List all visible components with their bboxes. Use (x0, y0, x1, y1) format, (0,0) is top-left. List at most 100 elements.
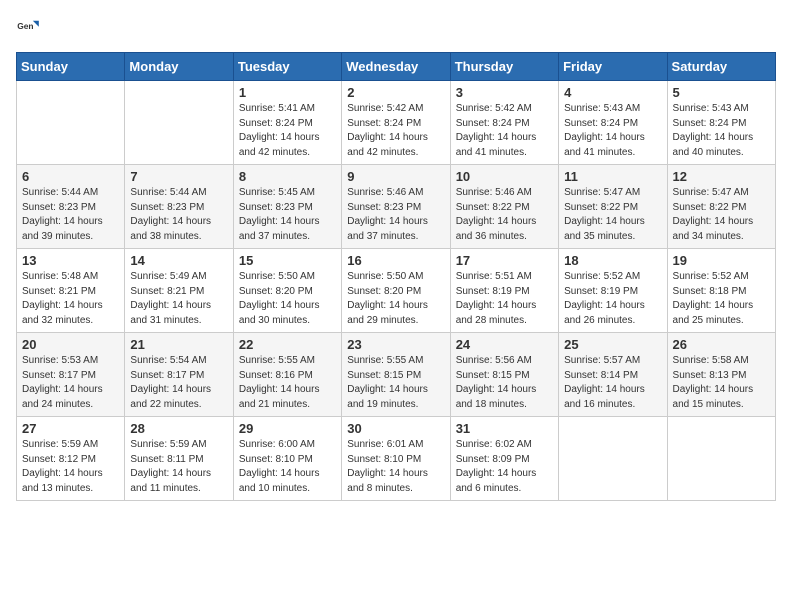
day-number: 13 (22, 253, 119, 268)
calendar-cell: 27 Sunrise: 5:59 AMSunset: 8:12 PMDayligh… (17, 417, 125, 501)
calendar-cell: 4 Sunrise: 5:43 AMSunset: 8:24 PMDaylight… (559, 81, 667, 165)
day-info: Sunrise: 5:52 AMSunset: 8:19 PMDaylight:… (564, 270, 661, 328)
svg-text:Gen: Gen (17, 21, 33, 31)
day-info: Sunrise: 6:01 AMSunset: 8:10 PMDaylight:… (347, 438, 444, 496)
day-info: Sunrise: 5:56 AMSunset: 8:15 PMDaylight:… (456, 354, 553, 412)
day-number: 5 (673, 85, 770, 100)
calendar-cell: 7 Sunrise: 5:44 AMSunset: 8:23 PMDaylight… (125, 165, 233, 249)
calendar-cell: 29 Sunrise: 6:00 AMSunset: 8:10 PMDayligh… (233, 417, 341, 501)
calendar-cell: 23 Sunrise: 5:55 AMSunset: 8:15 PMDayligh… (342, 333, 450, 417)
day-info: Sunrise: 5:44 AMSunset: 8:23 PMDaylight:… (130, 186, 227, 244)
day-info: Sunrise: 5:51 AMSunset: 8:19 PMDaylight:… (456, 270, 553, 328)
day-number: 7 (130, 169, 227, 184)
day-info: Sunrise: 5:50 AMSunset: 8:20 PMDaylight:… (347, 270, 444, 328)
day-info: Sunrise: 5:59 AMSunset: 8:12 PMDaylight:… (22, 438, 119, 496)
day-number: 6 (22, 169, 119, 184)
logo: Gen (16, 16, 44, 40)
day-info: Sunrise: 5:52 AMSunset: 8:18 PMDaylight:… (673, 270, 770, 328)
day-info: Sunrise: 5:44 AMSunset: 8:23 PMDaylight:… (22, 186, 119, 244)
calendar-cell (125, 81, 233, 165)
calendar-cell: 17 Sunrise: 5:51 AMSunset: 8:19 PMDayligh… (450, 249, 558, 333)
day-info: Sunrise: 5:43 AMSunset: 8:24 PMDaylight:… (673, 102, 770, 160)
calendar-table: SundayMondayTuesdayWednesdayThursdayFrid… (16, 52, 776, 501)
calendar-header: SundayMondayTuesdayWednesdayThursdayFrid… (17, 53, 776, 81)
day-number: 24 (456, 337, 553, 352)
calendar-cell: 25 Sunrise: 5:57 AMSunset: 8:14 PMDayligh… (559, 333, 667, 417)
day-number: 16 (347, 253, 444, 268)
weekday-header-wednesday: Wednesday (342, 53, 450, 81)
day-info: Sunrise: 6:00 AMSunset: 8:10 PMDaylight:… (239, 438, 336, 496)
day-number: 31 (456, 421, 553, 436)
page-header: Gen (16, 16, 776, 40)
weekday-header-monday: Monday (125, 53, 233, 81)
calendar-cell: 15 Sunrise: 5:50 AMSunset: 8:20 PMDayligh… (233, 249, 341, 333)
day-info: Sunrise: 5:43 AMSunset: 8:24 PMDaylight:… (564, 102, 661, 160)
calendar-cell: 8 Sunrise: 5:45 AMSunset: 8:23 PMDaylight… (233, 165, 341, 249)
day-number: 17 (456, 253, 553, 268)
day-info: Sunrise: 5:55 AMSunset: 8:15 PMDaylight:… (347, 354, 444, 412)
calendar-cell: 18 Sunrise: 5:52 AMSunset: 8:19 PMDayligh… (559, 249, 667, 333)
calendar-cell: 1 Sunrise: 5:41 AMSunset: 8:24 PMDaylight… (233, 81, 341, 165)
calendar-cell: 6 Sunrise: 5:44 AMSunset: 8:23 PMDaylight… (17, 165, 125, 249)
day-info: Sunrise: 5:53 AMSunset: 8:17 PMDaylight:… (22, 354, 119, 412)
day-number: 25 (564, 337, 661, 352)
day-number: 4 (564, 85, 661, 100)
day-info: Sunrise: 5:55 AMSunset: 8:16 PMDaylight:… (239, 354, 336, 412)
day-number: 10 (456, 169, 553, 184)
day-info: Sunrise: 5:47 AMSunset: 8:22 PMDaylight:… (673, 186, 770, 244)
weekday-header-thursday: Thursday (450, 53, 558, 81)
weekday-header-sunday: Sunday (17, 53, 125, 81)
calendar-cell: 24 Sunrise: 5:56 AMSunset: 8:15 PMDayligh… (450, 333, 558, 417)
day-info: Sunrise: 5:41 AMSunset: 8:24 PMDaylight:… (239, 102, 336, 160)
day-info: Sunrise: 5:57 AMSunset: 8:14 PMDaylight:… (564, 354, 661, 412)
day-info: Sunrise: 5:42 AMSunset: 8:24 PMDaylight:… (456, 102, 553, 160)
calendar-cell: 21 Sunrise: 5:54 AMSunset: 8:17 PMDayligh… (125, 333, 233, 417)
calendar-cell: 13Sunrise: 5:48 AMSunset: 8:21 PMDayligh… (17, 249, 125, 333)
calendar-cell: 31Sunrise: 6:02 AMSunset: 8:09 PMDayligh… (450, 417, 558, 501)
calendar-cell: 28 Sunrise: 5:59 AMSunset: 8:11 PMDayligh… (125, 417, 233, 501)
day-info: Sunrise: 5:58 AMSunset: 8:13 PMDaylight:… (673, 354, 770, 412)
day-number: 22 (239, 337, 336, 352)
day-number: 29 (239, 421, 336, 436)
calendar-cell: 12 Sunrise: 5:47 AMSunset: 8:22 PMDayligh… (667, 165, 775, 249)
day-number: 14 (130, 253, 227, 268)
calendar-cell: 5 Sunrise: 5:43 AMSunset: 8:24 PMDaylight… (667, 81, 775, 165)
calendar-cell: 22 Sunrise: 5:55 AMSunset: 8:16 PMDayligh… (233, 333, 341, 417)
calendar-cell: 20 Sunrise: 5:53 AMSunset: 8:17 PMDayligh… (17, 333, 125, 417)
calendar-cell (667, 417, 775, 501)
calendar-cell: 10 Sunrise: 5:46 AMSunset: 8:22 PMDayligh… (450, 165, 558, 249)
calendar-cell: 26 Sunrise: 5:58 AMSunset: 8:13 PMDayligh… (667, 333, 775, 417)
weekday-header-saturday: Saturday (667, 53, 775, 81)
calendar-cell (559, 417, 667, 501)
day-number: 27 (22, 421, 119, 436)
day-number: 30 (347, 421, 444, 436)
day-info: Sunrise: 5:46 AMSunset: 8:22 PMDaylight:… (456, 186, 553, 244)
day-info: Sunrise: 5:45 AMSunset: 8:23 PMDaylight:… (239, 186, 336, 244)
day-info: Sunrise: 5:59 AMSunset: 8:11 PMDaylight:… (130, 438, 227, 496)
logo-icon: Gen (16, 16, 40, 40)
day-number: 18 (564, 253, 661, 268)
day-info: Sunrise: 5:42 AMSunset: 8:24 PMDaylight:… (347, 102, 444, 160)
day-number: 28 (130, 421, 227, 436)
day-number: 15 (239, 253, 336, 268)
day-number: 19 (673, 253, 770, 268)
weekday-header-friday: Friday (559, 53, 667, 81)
day-info: Sunrise: 5:50 AMSunset: 8:20 PMDaylight:… (239, 270, 336, 328)
day-number: 1 (239, 85, 336, 100)
day-number: 26 (673, 337, 770, 352)
calendar-cell: 19 Sunrise: 5:52 AMSunset: 8:18 PMDayligh… (667, 249, 775, 333)
day-number: 20 (22, 337, 119, 352)
day-number: 12 (673, 169, 770, 184)
weekday-header-tuesday: Tuesday (233, 53, 341, 81)
day-number: 23 (347, 337, 444, 352)
day-number: 21 (130, 337, 227, 352)
day-info: Sunrise: 5:49 AMSunset: 8:21 PMDaylight:… (130, 270, 227, 328)
day-number: 11 (564, 169, 661, 184)
calendar-cell: 14 Sunrise: 5:49 AMSunset: 8:21 PMDayligh… (125, 249, 233, 333)
day-info: Sunrise: 5:54 AMSunset: 8:17 PMDaylight:… (130, 354, 227, 412)
calendar-cell: 2 Sunrise: 5:42 AMSunset: 8:24 PMDaylight… (342, 81, 450, 165)
calendar-cell: 3Sunrise: 5:42 AMSunset: 8:24 PMDaylight… (450, 81, 558, 165)
day-number: 8 (239, 169, 336, 184)
calendar-cell (17, 81, 125, 165)
day-number: 2 (347, 85, 444, 100)
